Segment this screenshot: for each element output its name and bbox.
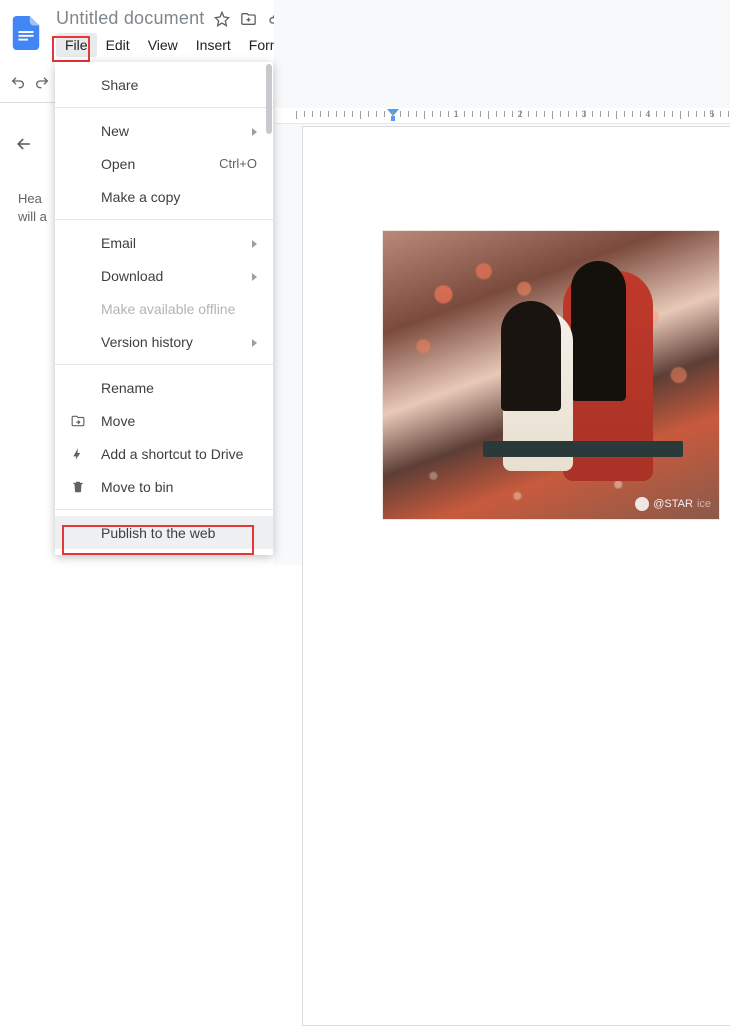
menu-item-offline: Make available offline — [55, 292, 273, 325]
ruler-number: 5 — [709, 109, 714, 119]
submenu-arrow-icon — [252, 235, 257, 251]
document-image[interactable]: @STARice — [382, 230, 720, 520]
ruler-number: 3 — [581, 109, 586, 119]
menu-divider — [55, 364, 273, 365]
menu-item-open[interactable]: Open Ctrl+O — [55, 147, 273, 180]
menu-item-label: Make a copy — [101, 189, 257, 205]
menu-view[interactable]: View — [139, 33, 187, 57]
menu-item-rename[interactable]: Rename — [55, 371, 273, 404]
illustration-figure — [483, 441, 683, 457]
ruler-number: 1 — [453, 109, 458, 119]
horizontal-ruler[interactable]: 1 2 3 4 5 — [276, 108, 730, 124]
menu-item-add-shortcut[interactable]: Add a shortcut to Drive — [55, 437, 273, 470]
menu-item-publish-to-web[interactable]: Publish to the web — [55, 516, 273, 549]
file-menu-dropdown: Share New Open Ctrl+O Make a copy Email D… — [55, 62, 273, 555]
menu-item-version-history[interactable]: Version history — [55, 325, 273, 358]
menu-item-move-to-bin[interactable]: Move to bin — [55, 470, 273, 503]
menu-item-label: Version history — [101, 334, 238, 350]
submenu-arrow-icon — [252, 334, 257, 350]
menu-insert[interactable]: Insert — [187, 33, 240, 57]
indent-marker-icon[interactable] — [386, 108, 400, 122]
outline-placeholder: Hea will a — [8, 190, 48, 226]
menu-item-move[interactable]: Move — [55, 404, 273, 437]
menu-item-label: Email — [101, 235, 238, 251]
dropdown-scrollbar[interactable] — [266, 64, 272, 134]
ruler-number: 2 — [517, 109, 522, 119]
illustration-figure — [501, 301, 561, 411]
docs-logo[interactable] — [8, 15, 44, 51]
undo-button[interactable] — [8, 69, 28, 97]
menu-item-label: Publish to the web — [101, 525, 257, 541]
submenu-arrow-icon — [252, 268, 257, 284]
menu-item-email[interactable]: Email — [55, 226, 273, 259]
document-title[interactable]: Untitled document — [56, 8, 204, 29]
menu-item-make-copy[interactable]: Make a copy — [55, 180, 273, 213]
menu-divider — [55, 509, 273, 510]
move-icon[interactable] — [240, 11, 257, 27]
menu-divider — [55, 219, 273, 220]
menu-item-label: Open — [101, 156, 205, 172]
menu-file[interactable]: File — [56, 33, 97, 57]
menu-item-label: Make available offline — [101, 301, 257, 317]
star-icon[interactable] — [214, 11, 230, 27]
menu-item-label: Share — [101, 77, 257, 93]
menu-item-label: Rename — [101, 380, 257, 396]
menu-item-shortcut: Ctrl+O — [219, 156, 257, 171]
menu-divider — [55, 107, 273, 108]
menu-item-label: Move to bin — [101, 479, 257, 495]
menu-item-label: New — [101, 123, 238, 139]
menu-item-label: Move — [101, 413, 257, 429]
illustration-figure — [571, 261, 626, 401]
outline-back-button[interactable] — [10, 130, 38, 158]
submenu-arrow-icon — [252, 123, 257, 139]
menu-item-label: Add a shortcut to Drive — [101, 446, 257, 462]
folder-move-icon — [69, 414, 87, 428]
redo-button[interactable] — [32, 69, 52, 97]
trash-icon — [69, 479, 87, 495]
menu-item-new[interactable]: New — [55, 114, 273, 147]
weibo-icon — [635, 497, 649, 511]
menu-item-label: Download — [101, 268, 238, 284]
menu-item-download[interactable]: Download — [55, 259, 273, 292]
menu-edit[interactable]: Edit — [97, 33, 139, 57]
menu-item-share[interactable]: Share — [55, 68, 273, 101]
ruler-number: 4 — [645, 109, 650, 119]
drive-shortcut-icon — [69, 447, 87, 461]
image-watermark: @STARice — [635, 497, 711, 511]
